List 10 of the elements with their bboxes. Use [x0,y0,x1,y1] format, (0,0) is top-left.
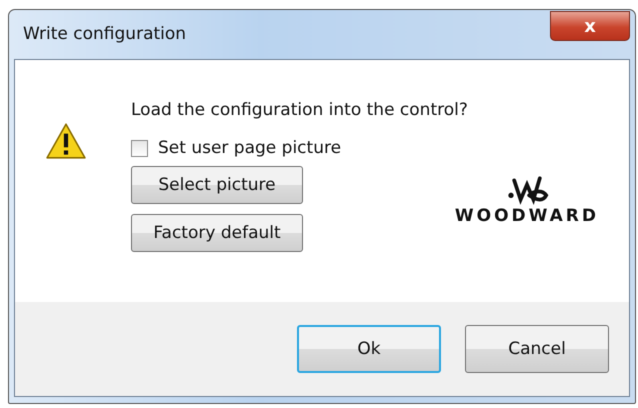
message-text: Load the configuration into the control? [131,100,469,120]
dialog-button[interactable]: Ok [297,325,441,373]
user-page-picture-checkbox[interactable]: Set user page picture [131,138,629,158]
warning-icon [45,122,87,160]
close-button[interactable]: x [550,11,630,41]
window-title: Write configuration [23,24,186,44]
logo-text: WOODWARD [454,206,599,226]
dialog-button[interactable]: Cancel [465,325,609,373]
dialog-button[interactable]: Factory default [131,214,303,252]
dialog-button[interactable]: Select picture [131,166,303,204]
